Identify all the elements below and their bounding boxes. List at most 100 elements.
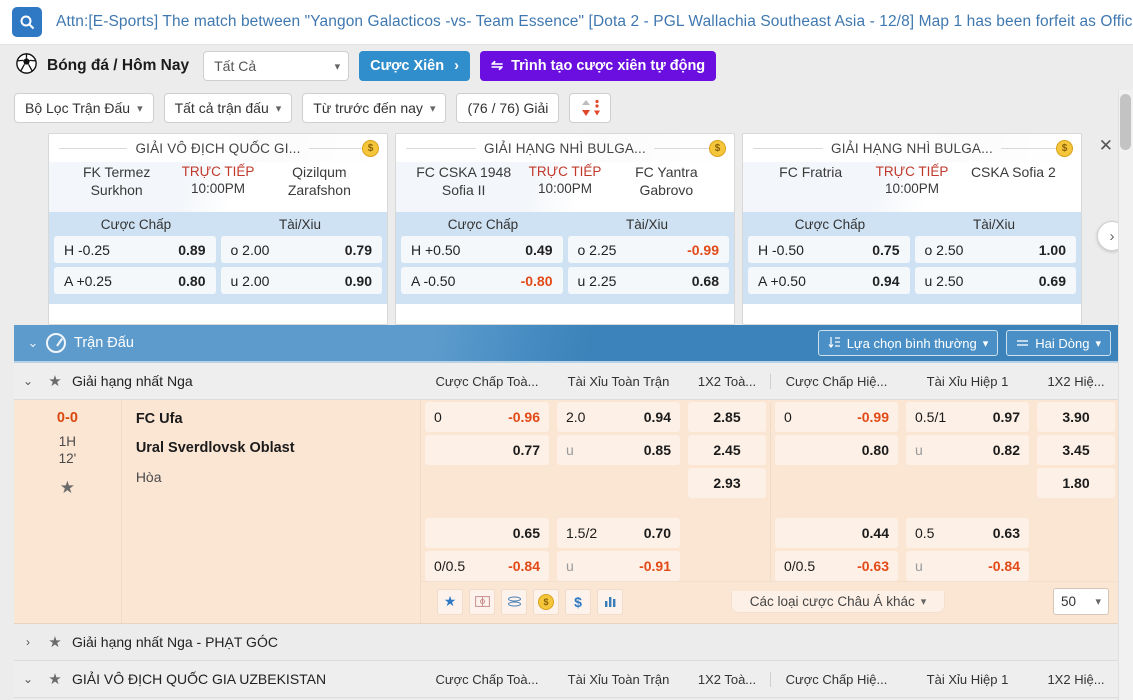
promo-ou-cell[interactable]: o 2.00 0.79 (220, 236, 382, 263)
odds-cell[interactable]: 0.5 0.63 (906, 518, 1029, 548)
column-header-ou-1h: Tài Xỉu Hiệp 1 (926, 373, 1009, 389)
filter-match-filter[interactable]: Bộ Lọc Trận Đấu ▾ (14, 93, 154, 123)
odds-cell-empty (557, 468, 680, 498)
star-icon[interactable]: ★ (437, 588, 463, 615)
match-odds-grid: 0 -0.96 0.77 0.65 0/0.5 -0.84 2.0 0.94 u… (421, 400, 1119, 581)
promo-card-header: GIẢI HẠNG NHÌ BULGA... $ (743, 134, 1081, 162)
league-header-row[interactable]: › ★ Giải hạng nhất Nga - PHẠT GÓC (14, 624, 1119, 661)
league-header-row[interactable]: ⌄ ★ Giải hạng nhất Nga Cược Chấp Toà... … (14, 363, 1119, 400)
parlay-button[interactable]: Cược Xiên › (359, 51, 470, 81)
promo-card-teams: FK Termez Surkhon TRỰC TIẾP 10:00PM Qizi… (49, 162, 387, 212)
stats-icon[interactable] (597, 588, 623, 615)
pitch-icon[interactable] (469, 588, 495, 615)
odds-cell[interactable]: 2.85 (688, 402, 766, 432)
promo-odd: -0.80 (520, 272, 553, 289)
promo-odds-row: H -0.50 0.75 o 2.50 1.00 (748, 236, 1076, 263)
promo-handicap-cell[interactable]: H -0.25 0.89 (54, 236, 216, 263)
all-select[interactable]: Tất Cả ▾ (203, 51, 350, 81)
clock-icon (46, 333, 66, 353)
star-icon[interactable]: ★ (60, 478, 75, 498)
promo-ou-header: Tài/Xiu (625, 217, 669, 232)
other-asian-bets-toggle[interactable]: Các loại cược Châu Á khác ▾ (730, 590, 946, 613)
close-icon[interactable]: ✕ (1099, 137, 1113, 154)
league-collapse-toggle[interactable]: ⌄ (14, 374, 42, 388)
star-icon[interactable]: ★ (42, 670, 68, 688)
stack-icon[interactable] (501, 588, 527, 615)
promo-handicap-cell[interactable]: H -0.50 0.75 (748, 236, 910, 263)
league-name: Giải hạng nhất Nga - PHẠT GÓC (72, 634, 278, 650)
auto-parlay-button[interactable]: ⇋ Trình tạo cược xiên tự động (479, 51, 717, 81)
odds-cell-empty (688, 551, 766, 581)
promo-live-info: TRỰC TIẾP 10:00PM (864, 164, 959, 198)
odds-cell[interactable]: u -0.84 (906, 551, 1029, 581)
promo-card-title: GIẢI VÔ ĐỊCH QUỐC GI... (135, 140, 301, 156)
promo-handicap-cell[interactable]: A -0.50 -0.80 (401, 267, 563, 294)
promo-odds-row: A +0.50 0.94 u 2.50 0.69 (748, 267, 1076, 294)
normal-selection-button[interactable]: Lựa chọn bình thường ▾ (817, 330, 999, 356)
promo-card-header: GIẢI VÔ ĐỊCH QUỐC GI... $ (49, 134, 387, 162)
promo-ou-cell[interactable]: u 2.50 0.69 (914, 267, 1076, 294)
promo-ou-cell[interactable]: u 2.00 0.90 (220, 267, 382, 294)
match-action-icons: ★ $ $ (421, 588, 623, 615)
promo-odd: 0.94 (872, 272, 900, 289)
odds-cell[interactable]: 0/0.5 -0.84 (425, 551, 549, 581)
filter-all-matches[interactable]: Tất cả trận đấu ▾ (163, 93, 293, 123)
star-icon[interactable]: ★ (42, 372, 68, 390)
filter-time-range[interactable]: Từ trước đến nay ▾ (302, 93, 447, 123)
two-rows-button[interactable]: Hai Dòng ▾ (1006, 330, 1111, 356)
odds-cell[interactable]: 0 -0.96 (425, 402, 549, 432)
promo-handicap-cell[interactable]: H +0.50 0.49 (401, 236, 563, 263)
promo-odds: Cược Chấp Tài/Xiu H +0.50 0.49 o 2.25 -0… (396, 212, 734, 304)
odds-value: 0.77 (512, 442, 540, 458)
promo-ou-cell[interactable]: o 2.50 1.00 (914, 236, 1076, 263)
odds-cell[interactable]: 0.65 (425, 518, 549, 548)
odds-cell[interactable]: 0.44 (775, 518, 898, 548)
promo-card-header: GIẢI HẠNG NHÌ BULGA... $ (396, 134, 734, 162)
star-icon[interactable]: ★ (42, 633, 68, 651)
odds-cell[interactable]: 3.45 (1037, 435, 1115, 465)
page-scrollbar-thumb[interactable] (1120, 94, 1131, 150)
league-collapse-toggle[interactable]: › (14, 635, 42, 649)
promo-ou-cell[interactable]: o 2.25 -0.99 (567, 236, 729, 263)
promo-time: 10:00PM (884, 180, 940, 196)
promo-live-label: TRỰC TIẾP (181, 164, 255, 179)
normal-selection-label: Lựa chọn bình thường (846, 335, 977, 351)
section-collapse-toggle[interactable]: ⌄ (20, 335, 46, 351)
odds-cell[interactable]: 0/0.5 -0.63 (775, 551, 898, 581)
odds-cell[interactable]: u -0.91 (557, 551, 680, 581)
odds-cell[interactable]: 0.80 (775, 435, 898, 465)
count-select[interactable]: 50 ▾ (1053, 588, 1109, 615)
promo-card[interactable]: GIẢI HẠNG NHÌ BULGA... $ FC Fratria TRỰC… (742, 133, 1082, 325)
search-icon[interactable] (12, 7, 42, 37)
league-header-row[interactable]: ⌄ ★ GIẢI VÔ ĐỊCH QUỐC GIA UZBEKISTAN Cượ… (14, 661, 1119, 698)
promo-odds: Cược Chấp Tài/Xiu H -0.50 0.75 o 2.50 1.… (743, 212, 1081, 304)
odds-cell[interactable]: 2.45 (688, 435, 766, 465)
odds-cell[interactable]: 0 -0.99 (775, 402, 898, 432)
toolbar-primary-row: Bóng đá / Hôm Nay Tất Cả ▾ Cược Xiên › ⇋… (0, 45, 1133, 87)
odds-cell[interactable]: 3.90 (1037, 402, 1115, 432)
league-count-badge: (76 / 76) Giải (456, 93, 560, 123)
promo-handicap-cell[interactable]: A +0.25 0.80 (54, 267, 216, 294)
promo-card[interactable]: GIẢI VÔ ĐỊCH QUỐC GI... $ FK Termez Surk… (48, 133, 388, 325)
odds-cell[interactable]: 0.77 (425, 435, 549, 465)
odds-cell[interactable]: 0.5/1 0.97 (906, 402, 1029, 432)
promo-card[interactable]: GIẢI HẠNG NHÌ BULGA... $ FC CSKA 1948 So… (395, 133, 735, 325)
promo-line: A -0.50 (411, 272, 456, 289)
sort-arrows-icon[interactable] (569, 93, 612, 123)
odds-cell[interactable]: u 0.82 (906, 435, 1029, 465)
odds-line: 0/0.5 (784, 558, 816, 574)
promo-handicap-cell[interactable]: A +0.50 0.94 (748, 267, 910, 294)
odds-cell[interactable]: 1.5/2 0.70 (557, 518, 680, 548)
odds-cell[interactable]: 1.80 (1037, 468, 1115, 498)
coin-icon[interactable]: $ (533, 588, 559, 615)
dollar-icon[interactable]: $ (565, 588, 591, 615)
league-collapse-toggle[interactable]: ⌄ (14, 672, 42, 686)
page-scrollbar[interactable] (1118, 90, 1133, 700)
match-footer: ★ $ $ Các loại cược Châu Á khác ▾ 50 ▾ (421, 581, 1119, 623)
chevron-down-icon: ▾ (275, 102, 282, 115)
match-teams: FC Ufa Ural Sverdlovsk Oblast Hòa (122, 400, 421, 623)
odds-cell[interactable]: 2.0 0.94 (557, 402, 680, 432)
promo-ou-cell[interactable]: u 2.25 0.68 (567, 267, 729, 294)
odds-cell[interactable]: 2.93 (688, 468, 766, 498)
odds-cell[interactable]: u 0.85 (557, 435, 680, 465)
